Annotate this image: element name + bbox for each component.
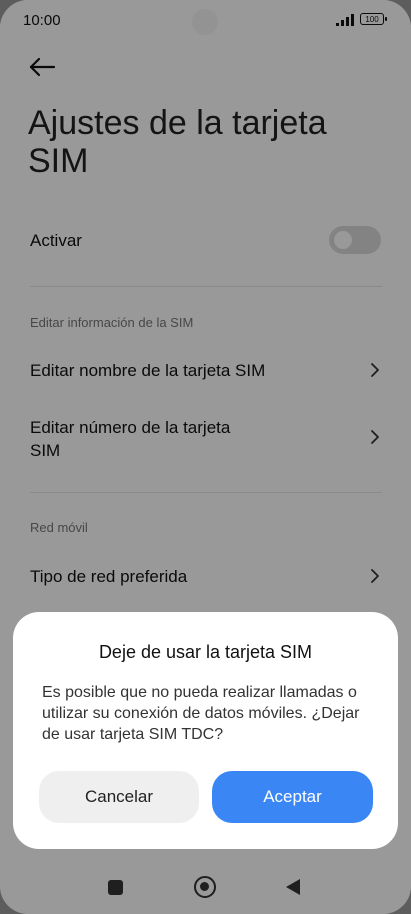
cancel-button[interactable]: Cancelar (39, 771, 199, 823)
nav-back-icon[interactable] (286, 879, 300, 895)
stop-sim-dialog: Deje de usar la tarjeta SIM Es posible q… (13, 612, 398, 849)
screen: 10:00 100 Ajustes de la tarjeta SIM Acti… (0, 0, 411, 914)
nav-home-icon[interactable] (194, 876, 216, 898)
nav-recents-icon[interactable] (108, 880, 123, 895)
nav-home-dot (200, 882, 209, 891)
navigation-bar (0, 866, 411, 910)
dialog-message: Es posible que no pueda realizar llamada… (42, 684, 360, 743)
dialog-title: Deje de usar la tarjeta SIM (98, 642, 313, 662)
accept-button[interactable]: Aceptar (212, 771, 373, 823)
